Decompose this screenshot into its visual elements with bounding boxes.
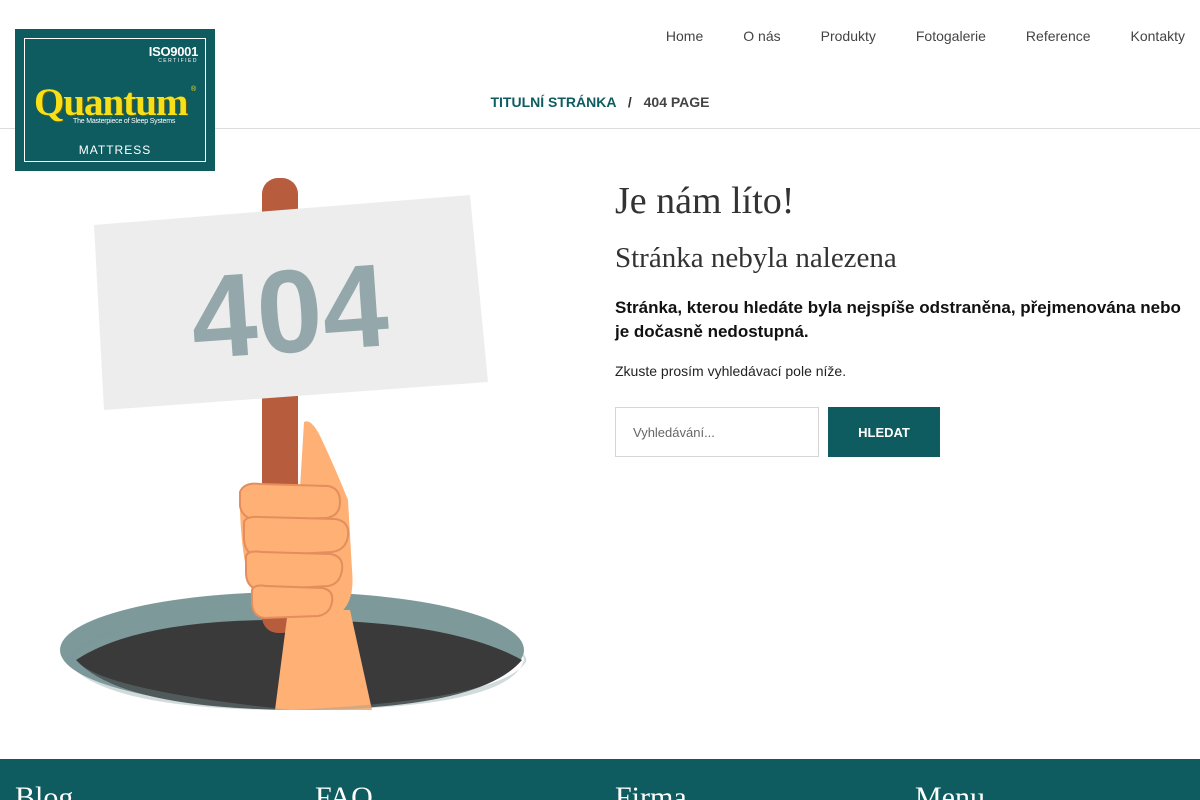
- sign-text: 404: [187, 239, 393, 384]
- site-footer: Blog FAQ Firma Menu: [0, 759, 1200, 800]
- nav-item-references[interactable]: Reference: [1026, 28, 1091, 44]
- iso-badge: ISO9001 CERTIFIED: [148, 44, 199, 64]
- search-input[interactable]: [615, 407, 819, 457]
- logo-tagline: The Masterpiece of Sleep Systems: [73, 118, 176, 125]
- error-description: Stránka, kterou hledáte byla nejspíše od…: [615, 298, 1181, 341]
- logo-frame: ISO9001 CERTIFIED Quantum ® The Masterpi…: [24, 38, 206, 162]
- site-logo[interactable]: ISO9001 CERTIFIED Quantum ® The Masterpi…: [15, 29, 215, 171]
- nav-item-gallery[interactable]: Fotogalerie: [916, 28, 986, 44]
- nav-item-products[interactable]: Produkty: [821, 28, 876, 44]
- nav-item-home[interactable]: Home: [666, 28, 703, 44]
- footer-faq-title: FAQ: [315, 781, 373, 800]
- finger-3: [245, 550, 344, 592]
- main-content: Je nám líto! Stránka nebyla nalezena Str…: [615, 178, 1185, 457]
- finger-2: [243, 515, 350, 558]
- finger-4: [251, 584, 334, 620]
- page-title: Je nám líto!: [615, 180, 795, 222]
- page-subtitle: Stránka nebyla nalezena: [615, 242, 897, 274]
- breadcrumb-separator: /: [627, 94, 632, 110]
- breadcrumb-current: 404 Page: [643, 94, 710, 110]
- logo-brand-name: Quantum: [34, 81, 188, 124]
- hand-holding-sign-icon: 404: [60, 170, 540, 720]
- logo-registered-mark: ®: [191, 86, 197, 93]
- iso-label: ISO9001: [148, 44, 199, 59]
- illustration-svg: 404: [60, 178, 527, 710]
- footer-blog-title: Blog: [15, 781, 74, 800]
- search-button[interactable]: Hledat: [828, 407, 940, 457]
- search-form: Hledat: [615, 407, 1185, 457]
- footer-company-title: Firma: [615, 781, 687, 800]
- nav-item-about[interactable]: O nás: [743, 28, 780, 44]
- finger-1: [239, 482, 342, 522]
- logo-subtitle: MATTRESS: [78, 143, 152, 157]
- main-nav: Home O nás Produkty Fotogalerie Referenc…: [626, 28, 1185, 44]
- search-hint: Zkuste prosím vyhledávací pole níže.: [615, 363, 847, 379]
- nav-item-contacts[interactable]: Kontakty: [1131, 28, 1185, 44]
- footer-menu-title: Menu: [915, 781, 985, 800]
- breadcrumb-home-link[interactable]: Titulní stránka: [490, 94, 615, 110]
